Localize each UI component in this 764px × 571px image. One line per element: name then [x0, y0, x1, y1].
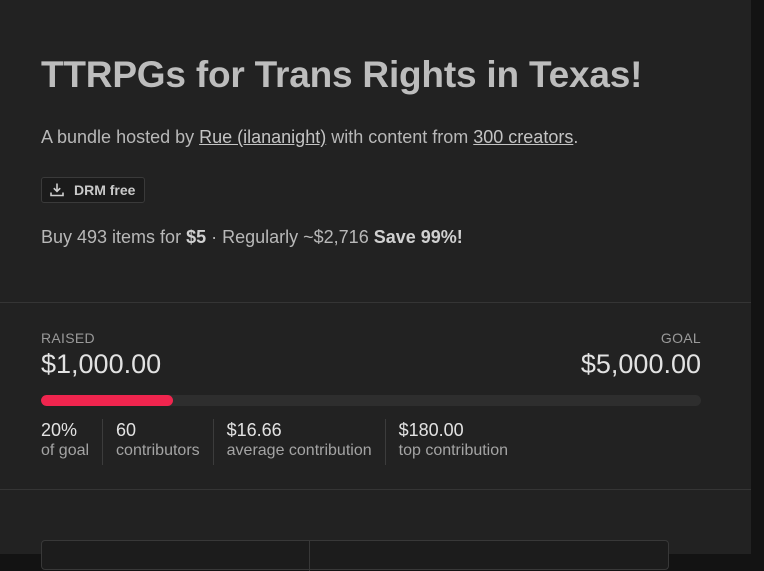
- funding-stats: 20% of goal 60 contributors $16.66 avera…: [41, 419, 521, 465]
- drm-label: DRM free: [74, 182, 136, 198]
- raised-label: RAISED: [41, 330, 95, 346]
- raised-amount: $1,000.00: [41, 349, 162, 379]
- stat-value: $16.66: [226, 420, 282, 440]
- stat-percent-of-goal: 20% of goal: [41, 419, 102, 465]
- bundle-panel: TTRPGs for Trans Rights in Texas! A bund…: [0, 0, 751, 571]
- creators-link[interactable]: 300 creators: [473, 127, 573, 147]
- stat-value: 20%: [41, 420, 78, 440]
- bundle-byline: A bundle hosted by Rue (ilananight) with…: [41, 127, 578, 148]
- goal-label: GOAL: [660, 330, 701, 346]
- section-divider: [0, 489, 751, 490]
- byline-prefix: A bundle hosted by: [41, 127, 200, 147]
- progress-bar: [41, 395, 701, 406]
- stat-contributors: 60 contributors: [102, 419, 213, 465]
- byline-middle: with content from: [326, 127, 474, 147]
- host-link[interactable]: Rue (ilananight): [199, 127, 326, 147]
- stat-label: of goal: [41, 442, 90, 459]
- card-divider: [309, 541, 310, 571]
- savings-text: Save 99%!: [373, 227, 463, 247]
- section-divider: [0, 302, 751, 303]
- bundle-price: $5: [186, 227, 207, 247]
- stat-top-contribution: $180.00 top contribution: [384, 419, 521, 465]
- price-prefix: Buy 493 items for: [41, 227, 187, 247]
- progress-bar-fill: [41, 395, 173, 406]
- stat-label: top contribution: [398, 442, 509, 459]
- page-title: TTRPGs for Trans Rights in Texas!: [41, 54, 643, 95]
- byline-suffix: .: [573, 127, 579, 147]
- stat-value: 60: [116, 420, 137, 440]
- goal-amount: $5,000.00: [580, 349, 701, 379]
- scrollbar-track[interactable]: [751, 0, 764, 554]
- download-icon: [49, 182, 65, 198]
- stat-label: average contribution: [226, 442, 372, 459]
- stat-average-contribution: $16.66 average contribution: [212, 419, 385, 465]
- stat-label: contributors: [116, 442, 200, 459]
- drm-free-badge: DRM free: [41, 177, 146, 203]
- content-card: [41, 540, 669, 571]
- regular-price: · Regularly ~$2,716: [206, 227, 374, 247]
- stat-value: $180.00: [398, 420, 464, 440]
- price-summary: Buy 493 items for $5 · Regularly ~$2,716…: [41, 227, 463, 248]
